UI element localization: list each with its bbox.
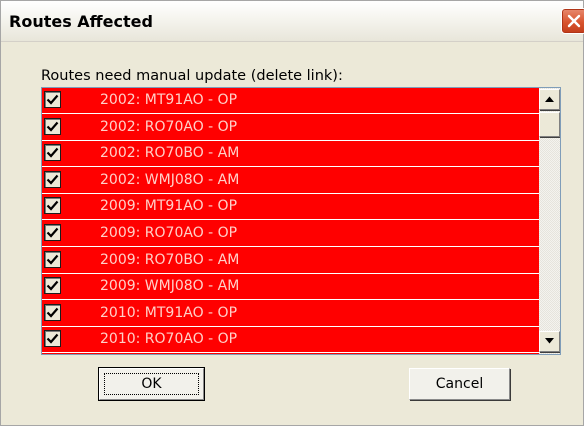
scroll-up-button[interactable] xyxy=(539,89,560,110)
close-icon xyxy=(567,14,581,28)
title-bar[interactable]: Routes Affected xyxy=(1,1,584,42)
route-label: 2002: WMJ08O - AM xyxy=(100,171,240,188)
route-label: 2002: RO70AO - OP xyxy=(100,118,238,135)
routes-list-label: Routes need manual update (delete link): xyxy=(41,68,343,84)
ok-button-label: OK xyxy=(141,376,162,392)
routes-listbox[interactable]: 2002: MT91AO - OP 2002: RO70AO - OP 2002: … xyxy=(41,87,561,355)
checkmark-icon xyxy=(46,307,59,318)
checkmark-icon xyxy=(46,174,59,185)
checkmark-icon xyxy=(46,94,59,105)
route-checkbox[interactable] xyxy=(44,117,61,135)
route-checkbox[interactable] xyxy=(44,303,61,321)
cancel-button[interactable]: Cancel xyxy=(409,368,510,400)
checkmark-icon xyxy=(46,121,59,132)
route-row[interactable]: 2009: WMJ08O - AM xyxy=(42,274,539,301)
checkmark-icon xyxy=(46,254,59,265)
close-button[interactable] xyxy=(561,8,584,34)
arrow-down-icon xyxy=(545,338,554,344)
checkmark-icon xyxy=(46,201,59,212)
scroll-down-button[interactable] xyxy=(539,331,560,352)
route-checkbox[interactable] xyxy=(44,197,61,215)
cancel-button-label: Cancel xyxy=(435,376,484,392)
route-row[interactable]: 2010: RO70AO - OP xyxy=(42,327,539,354)
route-label: 2009: RO70BO - AM xyxy=(100,251,240,268)
route-row[interactable]: 2002: RO70BO - AM xyxy=(42,141,539,168)
vertical-scrollbar[interactable] xyxy=(539,88,560,354)
route-label: 2010: RO70AO - OP xyxy=(100,331,238,348)
route-row[interactable]: 2002: MT91AO - OP xyxy=(42,88,539,114)
route-label: 2009: MT91AO - OP xyxy=(100,198,238,215)
route-row[interactable]: 2002: WMJ08O - AM xyxy=(42,168,539,194)
route-checkbox[interactable] xyxy=(44,250,61,268)
checkmark-icon xyxy=(46,334,59,345)
route-checkbox[interactable] xyxy=(44,170,61,188)
route-label: 2009: WMJ08O - AM xyxy=(100,278,240,295)
routes-list-items: 2002: MT91AO - OP 2002: RO70AO - OP 2002: … xyxy=(42,88,539,354)
route-label: 2009: RO70AO - OP xyxy=(100,225,238,241)
arrow-up-icon xyxy=(545,96,554,102)
dialog-title: Routes Affected xyxy=(9,12,153,31)
routes-affected-dialog: Routes Affected Routes need manual updat… xyxy=(0,0,584,426)
route-checkbox[interactable] xyxy=(44,144,61,162)
route-checkbox[interactable] xyxy=(44,277,61,295)
checkmark-icon xyxy=(46,227,59,238)
route-label: 2010: MT91AO - OP xyxy=(100,304,238,321)
checkmark-icon xyxy=(46,147,59,158)
route-checkbox[interactable] xyxy=(44,330,61,348)
ok-button[interactable]: OK xyxy=(98,367,205,401)
checkmark-icon xyxy=(46,280,59,291)
route-row[interactable]: 2009: RO70BO - AM xyxy=(42,248,539,274)
route-label: 2002: RO70BO - AM xyxy=(100,145,240,162)
route-row[interactable]: 2009: RO70AO - OP xyxy=(42,221,539,247)
route-row[interactable]: 2009: MT91AO - OP xyxy=(42,194,539,221)
route-checkbox[interactable] xyxy=(44,224,61,241)
route-checkbox[interactable] xyxy=(44,91,61,108)
route-row[interactable]: 2010: MT91AO - OP xyxy=(42,301,539,327)
route-label: 2002: MT91AO - OP xyxy=(100,92,238,108)
scroll-thumb[interactable] xyxy=(539,112,560,137)
route-row[interactable]: 2002: RO70AO - OP xyxy=(42,115,539,141)
